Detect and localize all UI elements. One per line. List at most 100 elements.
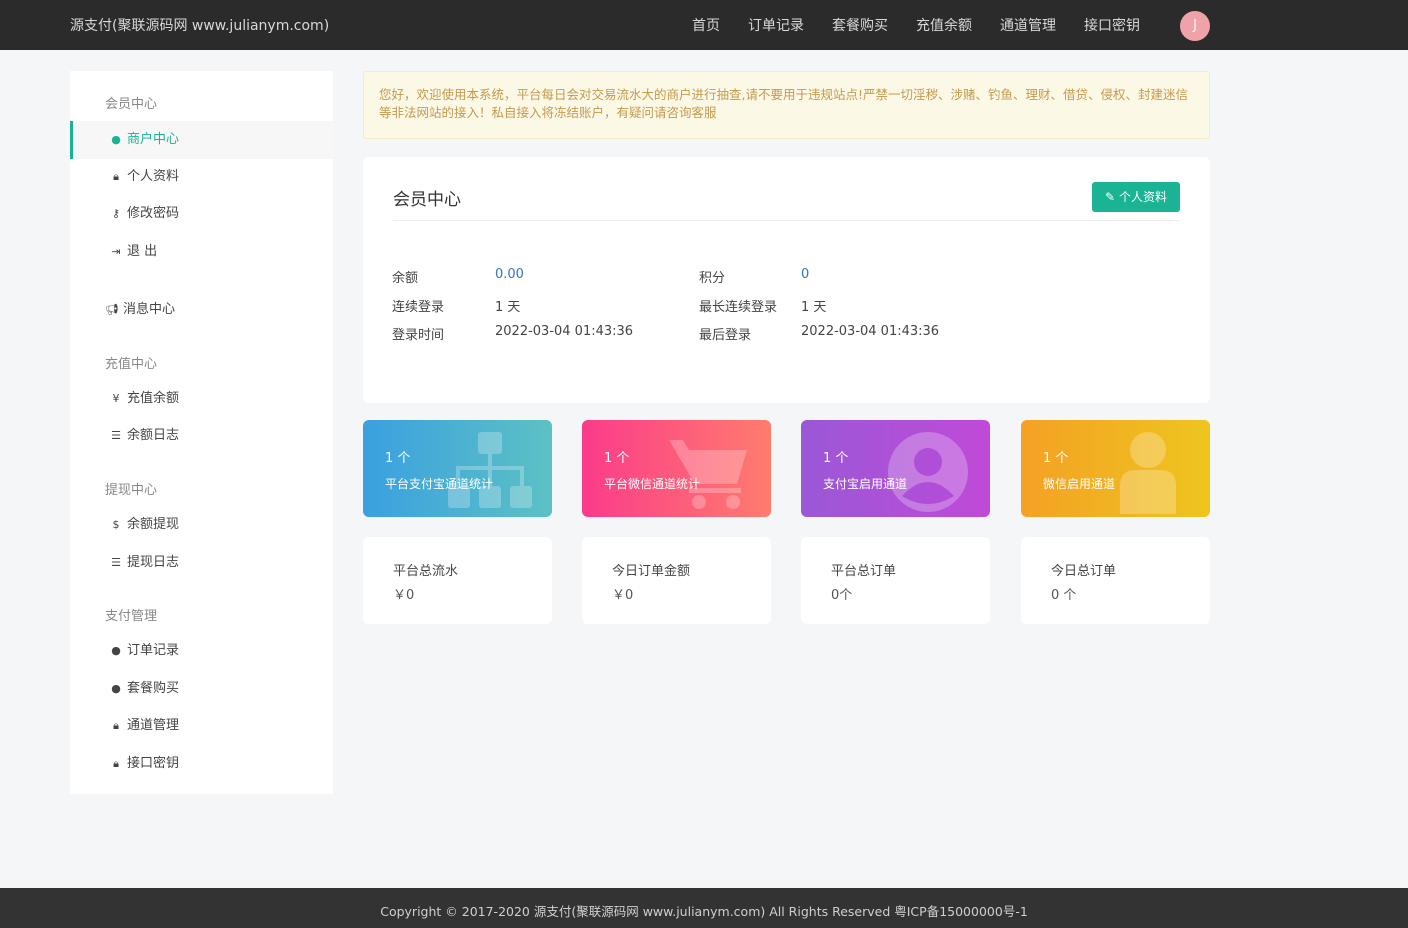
brand-title[interactable]: 源支付(聚联源码网 www.julianym.com) — [70, 0, 329, 50]
nav-home[interactable]: 首页 — [678, 0, 734, 50]
sidebar-item-withdraw-balance[interactable]: $ 余额提现 — [70, 506, 333, 544]
sidebar-item-profile[interactable]: 🔒︎ 个人资料 — [70, 158, 333, 196]
points-value: 0 — [801, 267, 810, 282]
sidebar-item-label: 提现日志 — [127, 555, 180, 570]
sidebar-item-label: 修改密码 — [127, 206, 180, 221]
summary-value: 0 个 — [1051, 588, 1077, 603]
sidebar-item-label: 通道管理 — [127, 718, 180, 733]
user-circle-icon: ● — [111, 644, 121, 657]
sidebar: 会员中心 ● 商户中心 🔒︎ 个人资料 ⚷ 修改密码 ⇥ 退 出 📢︎ 消息中心 充值中心… — [70, 71, 333, 794]
footer-copyright: Copyright © 2017-2020 源支付(聚联源码网 www.juli… — [0, 888, 1408, 928]
summary-title: 平台总流水 — [393, 564, 459, 579]
panel-title: 会员中心 — [393, 190, 461, 210]
user-circle-icon — [888, 432, 968, 512]
nav-packages[interactable]: 套餐购买 — [818, 0, 902, 50]
last-login-label: 最后登录 — [699, 328, 752, 343]
sitemap-icon — [448, 432, 532, 508]
balance-value: 0.00 — [495, 267, 524, 282]
sidebar-item-withdraw-log[interactable]: ☰ 提现日志 — [70, 544, 333, 582]
list-icon: ☰ — [111, 556, 121, 569]
login-time-label: 登录时间 — [392, 328, 445, 343]
stat-count: 1 个 — [604, 451, 630, 466]
login-time-value: 2022-03-04 01:43:36 — [495, 324, 634, 339]
stat-count: 1 个 — [823, 451, 849, 466]
sidebar-item-label: 个人资料 — [127, 169, 180, 184]
sign-out-icon: ⇥ — [111, 245, 121, 258]
sidebar-group-payment: 支付管理 — [105, 609, 158, 624]
summary-card-total-orders: 平台总订单 0个 — [801, 537, 990, 624]
sidebar-item-orders[interactable]: ● 订单记录 — [70, 632, 333, 670]
sidebar-item-balance-log[interactable]: ☰ 余额日志 — [70, 417, 333, 455]
sidebar-item-messages[interactable]: 📢︎ 消息中心 — [70, 291, 333, 329]
nav-recharge[interactable]: 充值余额 — [902, 0, 986, 50]
nav-api-key[interactable]: 接口密钥 — [1070, 0, 1154, 50]
lock-icon: 🔒︎ — [113, 719, 119, 732]
sidebar-item-channels[interactable]: 🔒︎ 通道管理 — [70, 707, 333, 745]
sidebar-item-label: 接口密钥 — [127, 756, 180, 771]
stat-label: 支付宝启用通道 — [823, 477, 908, 491]
sidebar-item-merchant[interactable]: ● 商户中心 — [70, 121, 333, 159]
list-icon: ☰ — [111, 429, 121, 442]
top-navbar: 源支付(聚联源码网 www.julianym.com) 首页 订单记录 套餐购买… — [0, 0, 1408, 50]
summary-value: 0个 — [831, 588, 853, 603]
sidebar-item-label: 商户中心 — [127, 132, 180, 147]
sidebar-item-packages[interactable]: ● 套餐购买 — [70, 670, 333, 708]
summary-card-today-orders: 今日总订单 0 个 — [1021, 537, 1210, 624]
dollar-icon: $ — [112, 518, 120, 531]
stat-label: 微信启用通道 — [1043, 477, 1116, 491]
sidebar-group-withdraw: 提现中心 — [105, 483, 158, 498]
max-streak-value: 1 天 — [801, 300, 827, 315]
sidebar-item-api-key[interactable]: 🔒︎ 接口密钥 — [70, 745, 333, 783]
key-icon: ⚷ — [111, 207, 121, 220]
stat-card-alipay-channels[interactable]: 1 个 平台支付宝通道统计 — [363, 420, 552, 517]
yen-icon: ¥ — [112, 392, 120, 405]
sidebar-item-label: 退 出 — [127, 244, 158, 259]
sidebar-group-member: 会员中心 — [105, 97, 158, 112]
user-circle-icon: ● — [111, 133, 121, 146]
profile-button[interactable]: ✎ 个人资料 — [1092, 182, 1180, 212]
lock-icon: 🔒︎ — [113, 757, 119, 770]
balance-label: 余额 — [392, 271, 419, 286]
last-login-value: 2022-03-04 01:43:36 — [801, 324, 940, 339]
sidebar-item-label: 余额提现 — [127, 517, 180, 532]
pencil-icon: ✎ — [1105, 190, 1116, 204]
stat-count: 1 个 — [385, 451, 411, 466]
avatar[interactable]: J — [1180, 11, 1210, 41]
summary-title: 今日订单金额 — [612, 564, 691, 579]
streak-label: 连续登录 — [392, 300, 445, 315]
megaphone-icon: 📢︎ — [105, 303, 119, 316]
stat-card-wechat-channels[interactable]: 1 个 平台微信通道统计 — [582, 420, 771, 517]
summary-card-total-flow: 平台总流水 ￥0 — [363, 537, 552, 624]
lock-icon: 🔒︎ — [113, 170, 119, 183]
streak-value: 1 天 — [495, 300, 521, 315]
stat-label: 平台支付宝通道统计 — [385, 477, 494, 491]
summary-title: 平台总订单 — [831, 564, 897, 579]
sidebar-item-label: 订单记录 — [127, 643, 180, 658]
sidebar-item-recharge-balance[interactable]: ¥ 充值余额 — [70, 380, 333, 418]
sidebar-item-label: 余额日志 — [127, 428, 180, 443]
member-panel: 会员中心 ✎ 个人资料 余额 0.00 积分 0 连续登录 1 天 最长连续登录… — [363, 157, 1210, 403]
stat-label: 平台微信通道统计 — [604, 477, 701, 491]
summary-value: ￥0 — [612, 588, 634, 603]
sidebar-item-password[interactable]: ⚷ 修改密码 — [70, 195, 333, 233]
max-streak-label: 最长连续登录 — [699, 300, 778, 315]
sidebar-item-label: 套餐购买 — [127, 681, 180, 696]
stat-card-alipay-enabled[interactable]: 1 个 支付宝启用通道 — [801, 420, 990, 517]
summary-title: 今日总订单 — [1051, 564, 1117, 579]
user-icon — [1120, 432, 1176, 514]
cart-icon — [669, 440, 747, 509]
panel-divider — [393, 220, 1180, 221]
stat-card-wechat-enabled[interactable]: 1 个 微信启用通道 — [1021, 420, 1210, 517]
sidebar-group-recharge: 充值中心 — [105, 357, 158, 372]
points-label: 积分 — [699, 271, 726, 286]
nav-channels[interactable]: 通道管理 — [986, 0, 1070, 50]
profile-button-label: 个人资料 — [1118, 190, 1167, 204]
notice-alert: 您好，欢迎使用本系统，平台每日会对交易流水大的商户进行抽查,请不要用于违规站点!… — [363, 71, 1210, 139]
sidebar-item-label: 充值余额 — [127, 391, 180, 406]
nav-orders[interactable]: 订单记录 — [734, 0, 818, 50]
user-circle-icon: ● — [111, 682, 121, 695]
sidebar-item-logout[interactable]: ⇥ 退 出 — [70, 233, 333, 271]
stat-count: 1 个 — [1043, 451, 1069, 466]
sidebar-item-label: 消息中心 — [123, 302, 176, 317]
summary-card-today-amount: 今日订单金额 ￥0 — [582, 537, 771, 624]
